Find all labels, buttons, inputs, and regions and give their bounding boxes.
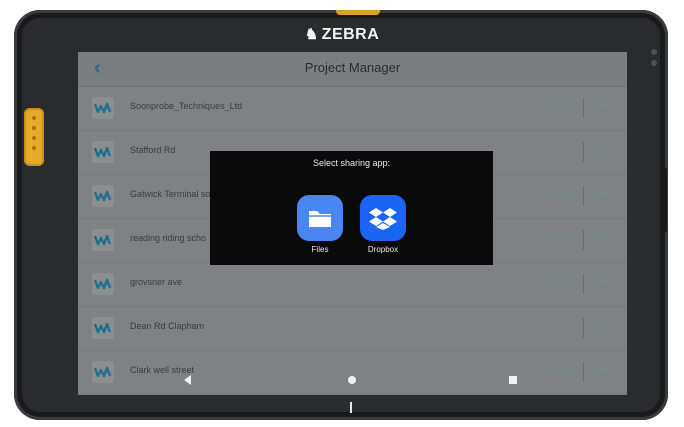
project-row[interactable]: grovsner ave Share More <box>78 262 627 307</box>
divider <box>583 186 584 206</box>
project-logo-icon <box>92 317 114 339</box>
more-link[interactable]: More <box>595 233 613 242</box>
share-link[interactable]: Share <box>549 145 570 154</box>
divider <box>583 142 584 162</box>
share-app-dropbox[interactable]: Dropbox <box>353 195 413 254</box>
side-scan-button[interactable] <box>24 108 44 166</box>
app-label: Dropbox <box>367 245 399 254</box>
share-link[interactable]: Share <box>549 321 570 330</box>
more-link[interactable]: More <box>595 101 613 110</box>
project-row[interactable]: Soonprobe_Techniques_Ltd Share More <box>78 86 627 131</box>
project-name: Dean Rd Clapham <box>130 321 205 331</box>
button-dot <box>32 116 36 120</box>
brand-logo: ♞ ZEBRA <box>0 25 684 44</box>
project-logo-icon <box>92 185 114 207</box>
device-top-accent <box>336 10 380 15</box>
camera-dot <box>651 49 657 55</box>
zebra-head-icon: ♞ <box>304 26 319 43</box>
folder-icon[interactable] <box>297 195 343 241</box>
nav-back-icon[interactable] <box>184 375 191 385</box>
divider <box>583 230 584 250</box>
nav-home-icon[interactable] <box>348 376 356 384</box>
more-link[interactable]: More <box>595 189 613 198</box>
button-dot <box>32 146 36 150</box>
app-bar: ‹ Project Manager <box>78 52 627 87</box>
share-link[interactable]: Share <box>549 101 570 110</box>
brand-name: ZEBRA <box>321 26 380 43</box>
button-dot <box>32 126 36 130</box>
android-nav-bar <box>78 365 627 395</box>
project-logo-icon <box>92 273 114 295</box>
share-dialog: Select sharing app: Files Dropbox <box>210 151 493 265</box>
share-link[interactable]: Share <box>549 233 570 242</box>
more-link[interactable]: More <box>595 277 613 286</box>
share-app-files[interactable]: Files <box>290 195 350 254</box>
project-logo-icon <box>92 141 114 163</box>
project-name: grovsner ave <box>130 277 183 287</box>
button-dot <box>32 136 36 140</box>
divider <box>583 318 584 338</box>
sensor-dot <box>651 60 657 66</box>
project-row[interactable]: Dean Rd Clapham Share More <box>78 306 627 351</box>
project-logo-icon <box>92 97 114 119</box>
share-link[interactable]: Share <box>549 189 570 198</box>
project-logo-icon <box>92 229 114 251</box>
more-link[interactable]: More <box>595 321 613 330</box>
project-name: Soonprobe_Techniques_Ltd <box>130 101 243 111</box>
divider <box>583 98 584 118</box>
page-title: Project Manager <box>304 60 401 75</box>
share-link[interactable]: Share <box>549 277 570 286</box>
bottom-indicator <box>350 402 352 413</box>
more-link[interactable]: More <box>595 145 613 154</box>
divider <box>583 274 584 294</box>
dialog-title: Select sharing app: <box>312 158 391 168</box>
app-label: Files <box>311 245 329 254</box>
nav-recents-icon[interactable] <box>509 376 517 384</box>
side-slot <box>664 168 667 232</box>
dropbox-icon[interactable] <box>360 195 406 241</box>
